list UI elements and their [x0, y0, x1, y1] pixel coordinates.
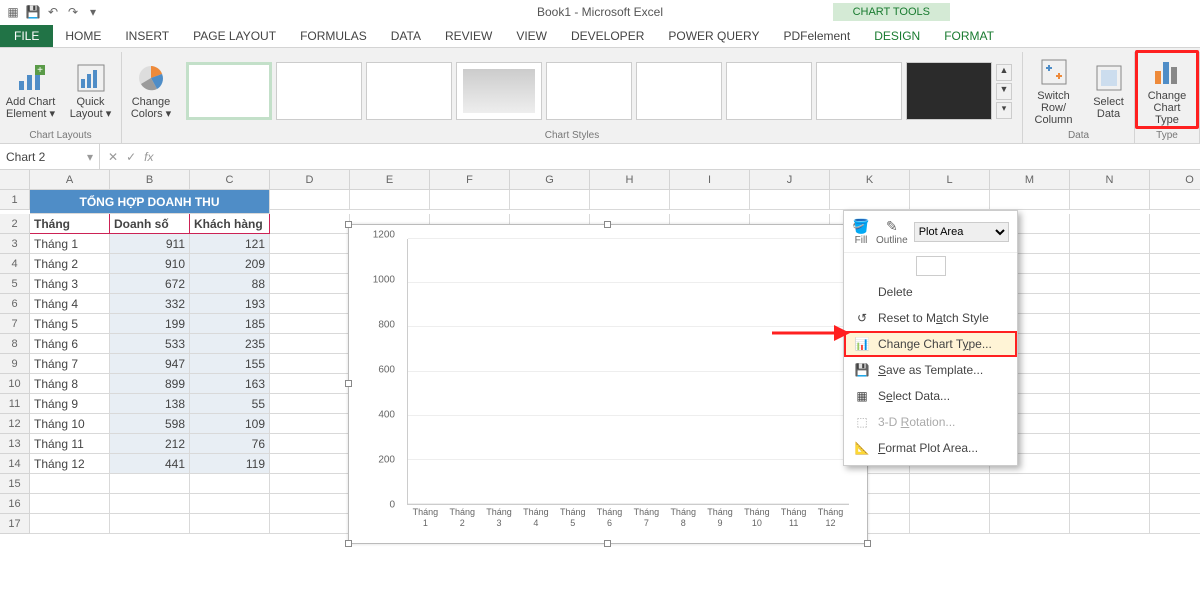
chart-style-5[interactable] — [546, 62, 632, 120]
tab-formulas[interactable]: FORMULAS — [288, 25, 379, 47]
name-box[interactable]: Chart 2▾ — [0, 144, 100, 169]
chart-plot-area[interactable] — [407, 239, 849, 505]
tab-pdfelement[interactable]: PDFelement — [771, 25, 862, 47]
chart-style-4[interactable] — [456, 62, 542, 120]
outline-dropdown[interactable]: ✎Outline — [876, 217, 908, 246]
chart-context-menu: 🪣Fill ✎Outline Plot Area Delete ↺Reset t… — [843, 210, 1018, 466]
tab-developer[interactable]: DEVELOPER — [559, 25, 656, 47]
chart-element-selector[interactable]: Plot Area — [914, 222, 1009, 242]
resize-handle-se[interactable] — [864, 540, 871, 547]
chart-y-axis: 020040060080010001200 — [359, 235, 399, 505]
context-3d-rotation: ⬚3-D Rotation... — [844, 409, 1017, 435]
qat-more-icon[interactable]: ▾ — [84, 3, 102, 21]
group-label-data: Data — [1068, 128, 1089, 143]
select-data-button[interactable]: Select Data — [1086, 60, 1132, 122]
group-data: Switch Row/ Column Select Data Data — [1023, 52, 1135, 143]
add-chart-element-button[interactable]: + Add Chart Element ▾ — [3, 60, 59, 122]
chart-style-9[interactable] — [906, 62, 992, 120]
group-type: Change Chart Type Type — [1135, 52, 1200, 143]
context-save-template[interactable]: 💾Save as Template... — [844, 357, 1017, 383]
group-label-layouts: Chart Layouts — [29, 128, 91, 143]
save-icon[interactable]: 💾 — [24, 3, 42, 21]
save-template-icon: 💾 — [854, 362, 870, 378]
chart-type-icon: 📊 — [854, 336, 870, 352]
pen-icon: ✎ — [883, 217, 901, 235]
tab-insert[interactable]: INSERT — [113, 25, 181, 47]
undo-icon[interactable]: ↶ — [44, 3, 62, 21]
context-change-chart-type[interactable]: 📊Change Chart Type... — [844, 331, 1017, 357]
resize-handle-nw[interactable] — [345, 221, 352, 228]
reset-icon: ↺ — [854, 310, 870, 326]
quick-access-toolbar: ▦ 💾 ↶ ↷ ▾ — [4, 3, 102, 21]
formula-bar[interactable]: ✕ ✓ fx — [100, 150, 161, 164]
resize-handle-s[interactable] — [604, 540, 611, 547]
gallery-more-icon[interactable]: ▾ — [996, 102, 1012, 119]
chart-style-7[interactable] — [726, 62, 812, 120]
ribbon-body: + Add Chart Element ▾ Quick Layout ▾ Cha… — [0, 48, 1200, 144]
group-chart-styles: Change Colors ▾ ▲ ▼ ▾ Chart Styles — [122, 52, 1023, 143]
tab-home[interactable]: HOME — [53, 25, 113, 47]
gallery-down-icon[interactable]: ▼ — [996, 83, 1012, 100]
chart-style-1[interactable] — [186, 62, 272, 120]
switch-row-column-button[interactable]: Switch Row/ Column — [1026, 54, 1082, 128]
format-plot-icon: 📐 — [854, 440, 870, 456]
chart-bars — [408, 239, 849, 504]
embedded-chart[interactable]: 020040060080010001200 Tháng1Tháng2Tháng3… — [348, 224, 868, 544]
rotation-3d-icon: ⬚ — [854, 414, 870, 430]
chart-style-8[interactable] — [816, 62, 902, 120]
svg-text:+: + — [37, 65, 43, 76]
fx-icon[interactable]: fx — [144, 150, 153, 164]
switch-row-column-icon — [1038, 56, 1070, 88]
quick-layout-icon — [75, 62, 107, 94]
chart-style-2[interactable] — [276, 62, 362, 120]
tab-data[interactable]: DATA — [379, 25, 433, 47]
chart-style-6[interactable] — [636, 62, 722, 120]
select-data-small-icon: ▦ — [854, 388, 870, 404]
window-title: Book1 - Microsoft Excel — [537, 5, 663, 19]
context-format-plot-area[interactable]: 📐Format Plot Area... — [844, 435, 1017, 461]
resize-handle-w[interactable] — [345, 380, 352, 387]
ribbon-tabs: FILE HOME INSERT PAGE LAYOUT FORMULAS DA… — [0, 24, 1200, 48]
context-reset-style[interactable]: ↺Reset to Match Style — [844, 305, 1017, 331]
change-colors-icon — [135, 62, 167, 94]
context-select-data[interactable]: ▦Select Data... — [844, 383, 1017, 409]
group-label-type: Type — [1156, 128, 1178, 143]
chart-x-axis: Tháng1Tháng2Tháng3Tháng4Tháng5Tháng6Thán… — [407, 507, 849, 533]
chart-styles-gallery[interactable]: ▲ ▼ ▾ — [180, 62, 1018, 120]
tab-review[interactable]: REVIEW — [433, 25, 504, 47]
tab-power-query[interactable]: POWER QUERY — [656, 25, 771, 47]
tab-page-layout[interactable]: PAGE LAYOUT — [181, 25, 288, 47]
group-label-styles: Chart Styles — [545, 128, 599, 143]
change-colors-button[interactable]: Change Colors ▾ — [126, 60, 176, 122]
select-data-icon — [1093, 62, 1125, 94]
mini-toolbar: 🪣Fill ✎Outline Plot Area — [844, 211, 1017, 253]
tab-view[interactable]: VIEW — [504, 25, 559, 47]
gallery-up-icon[interactable]: ▲ — [996, 64, 1012, 81]
tab-design[interactable]: DESIGN — [862, 25, 932, 47]
tab-format[interactable]: FORMAT — [932, 25, 1006, 47]
chart-style-3[interactable] — [366, 62, 452, 120]
resize-handle-n[interactable] — [604, 221, 611, 228]
group-chart-layouts: + Add Chart Element ▾ Quick Layout ▾ Cha… — [0, 52, 122, 143]
enter-icon[interactable]: ✓ — [126, 150, 136, 164]
cancel-icon[interactable]: ✕ — [108, 150, 118, 164]
highlight-change-chart-type — [1135, 50, 1199, 129]
fill-dropdown[interactable]: 🪣Fill — [852, 217, 870, 246]
title-bar: ▦ 💾 ↶ ↷ ▾ Book1 - Microsoft Excel CHART … — [0, 0, 1200, 24]
excel-icon: ▦ — [4, 3, 22, 21]
style-preview-icon[interactable] — [916, 256, 946, 276]
resize-handle-sw[interactable] — [345, 540, 352, 547]
context-delete[interactable]: Delete — [844, 279, 1017, 305]
tab-file[interactable]: FILE — [0, 25, 53, 47]
redo-icon[interactable]: ↷ — [64, 3, 82, 21]
quick-layout-button[interactable]: Quick Layout ▾ — [63, 60, 119, 122]
chart-tools-contextual-tab: CHART TOOLS — [833, 3, 950, 21]
add-chart-element-icon: + — [15, 62, 47, 94]
paint-bucket-icon: 🪣 — [852, 217, 870, 235]
formula-bar-row: Chart 2▾ ✕ ✓ fx — [0, 144, 1200, 170]
